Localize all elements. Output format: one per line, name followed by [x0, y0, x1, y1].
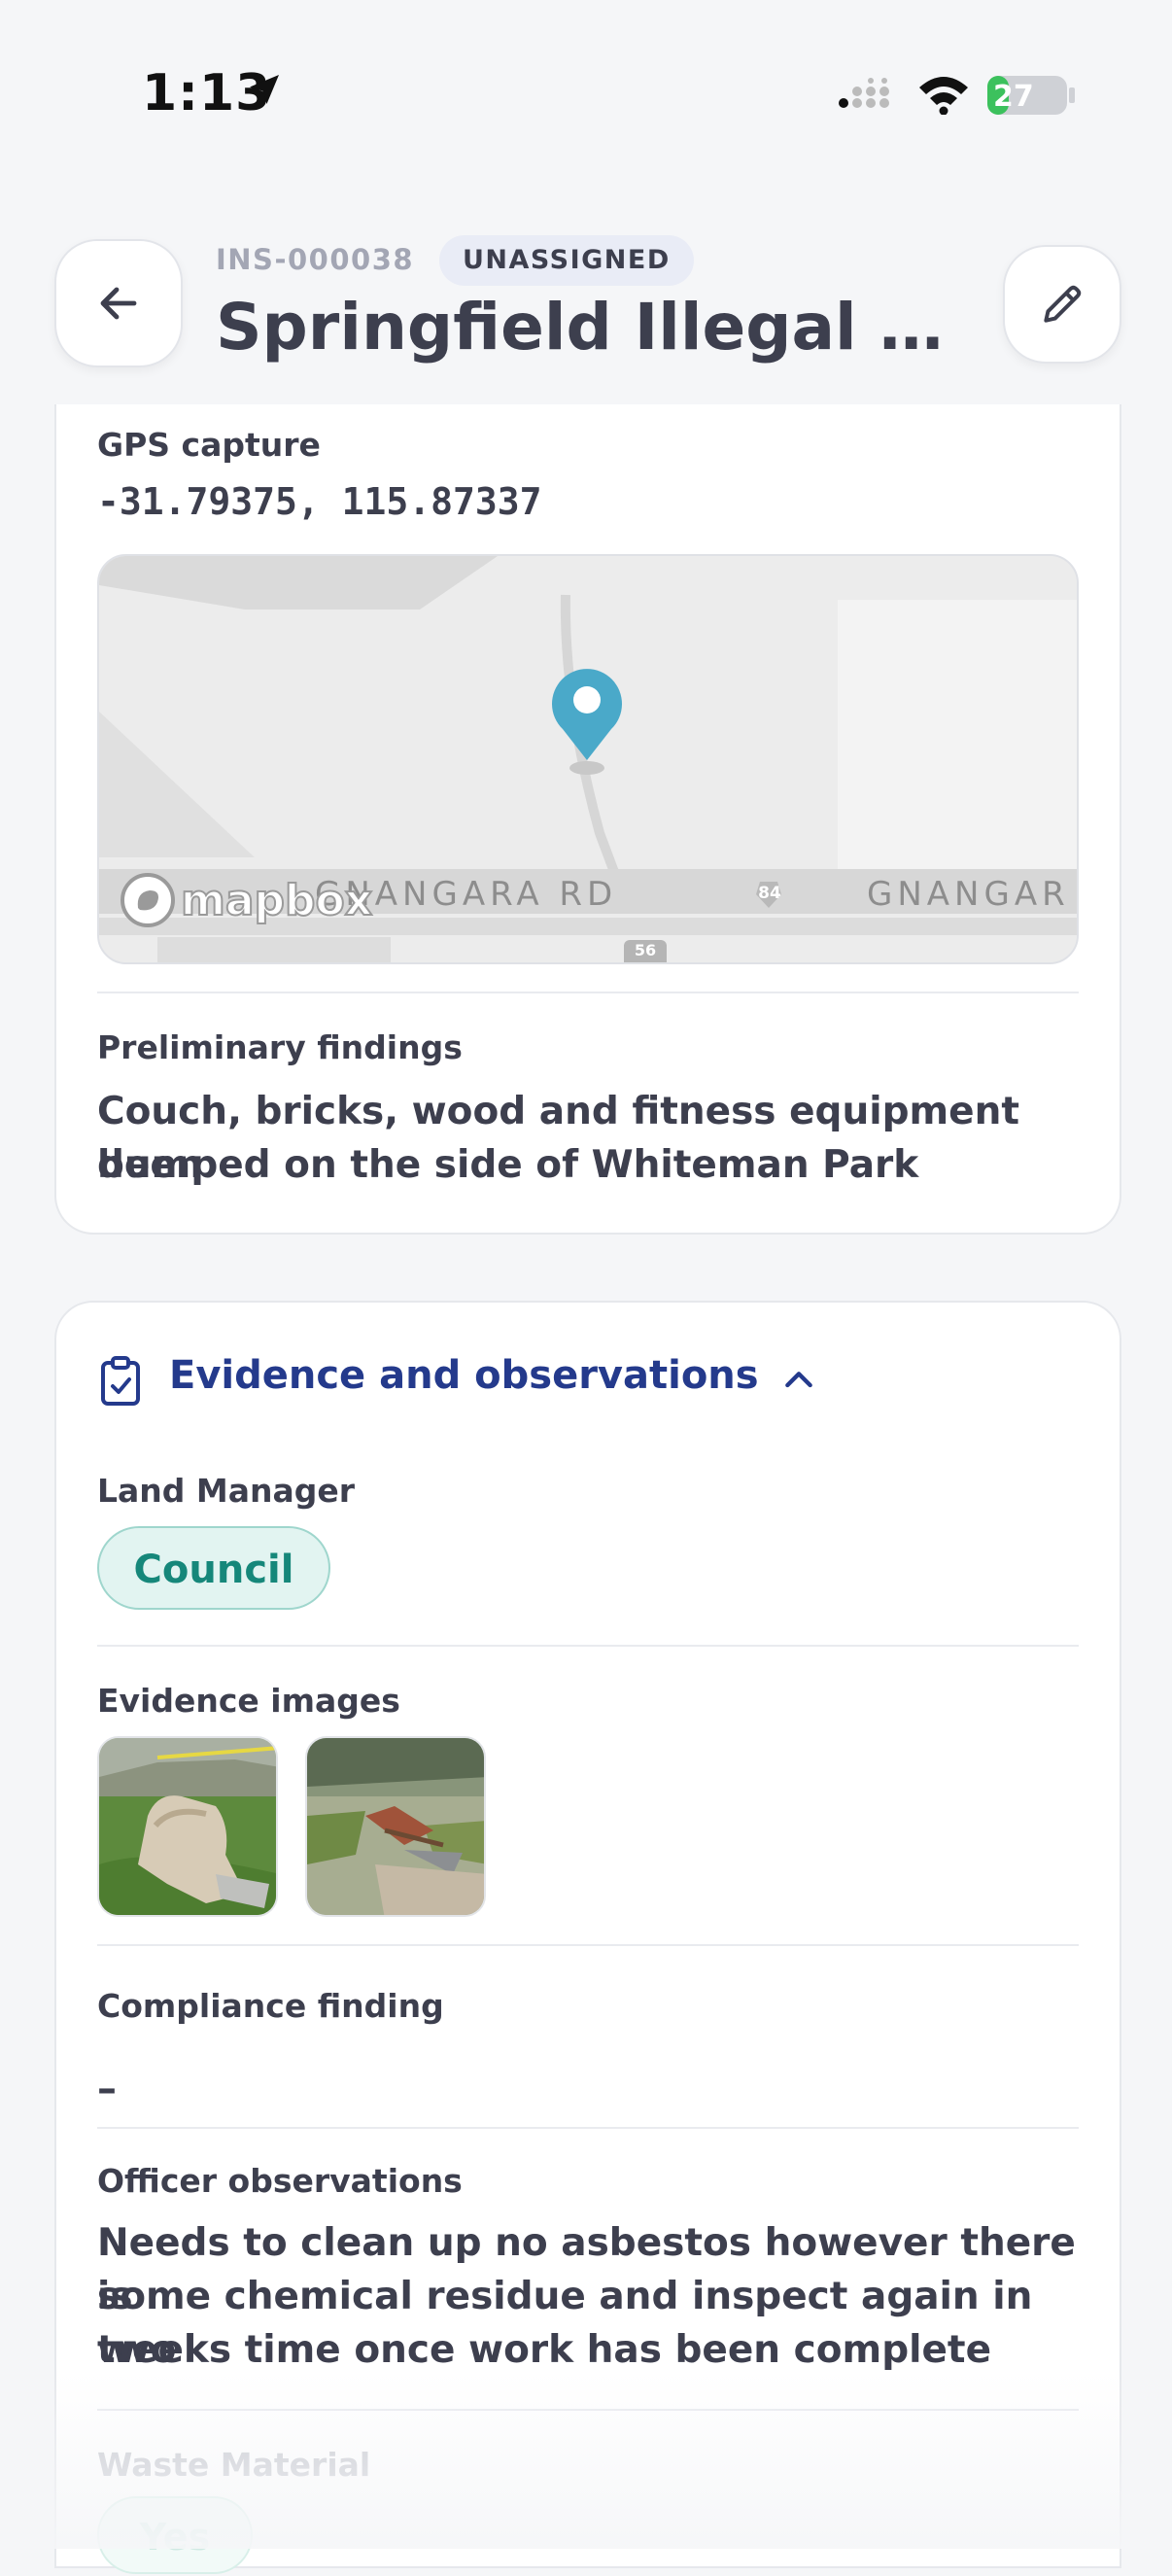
preliminary-findings-label: Preliminary findings — [97, 1028, 463, 1066]
arrow-left-icon — [100, 287, 137, 320]
battery-charging-icon: 27 — [987, 76, 1067, 115]
gps-coordinates: -31.79375, 115.87337 — [97, 480, 542, 523]
location-marker-icon[interactable] — [538, 653, 636, 780]
evidence-image-1[interactable] — [97, 1736, 278, 1917]
signal-icon — [839, 78, 889, 108]
gps-capture-label: GPS capture — [97, 426, 321, 464]
battery-level: 27 — [993, 80, 1034, 114]
evidence-photo-couch — [99, 1738, 276, 1915]
compliance-finding-label: Compliance finding — [97, 1987, 444, 2025]
road-label-right: GNANGAR — [867, 875, 1070, 914]
officer-observations-label: Officer observations — [97, 2162, 463, 2200]
evidence-images-label: Evidence images — [97, 1682, 400, 1720]
status-bar: 1:13 27 — [0, 0, 1172, 194]
chevron-up-icon — [785, 1372, 812, 1388]
mapbox-logo-icon — [121, 873, 175, 927]
officer-observations-line-3: weeks time once work has been complete — [97, 2328, 992, 2372]
divider — [97, 1944, 1079, 1946]
waste-material-label: Waste Material — [97, 2446, 371, 2484]
evidence-card: Evidence and observations Land Manager C… — [54, 1301, 1121, 2574]
page-title: Springfield Illegal Du… — [216, 290, 964, 365]
clipboard-check-icon — [101, 1356, 140, 1406]
preliminary-findings-line-2: dumped on the side of Whiteman Park — [97, 1143, 919, 1187]
divider — [97, 2409, 1079, 2411]
route-shield-2: 56 — [634, 941, 657, 959]
waste-material-chip[interactable]: Yes — [97, 2496, 253, 2574]
mapbox-text: mapbox — [180, 875, 373, 926]
section-title: Evidence and observations — [169, 1353, 759, 1398]
mapbox-attribution[interactable]: mapbox — [119, 871, 373, 929]
wifi-icon — [919, 77, 968, 115]
compliance-finding-value: – — [97, 2067, 117, 2111]
status-badge: UNASSIGNED — [439, 235, 694, 286]
edit-button[interactable] — [1003, 245, 1121, 364]
divider — [97, 2127, 1079, 2129]
divider — [97, 1645, 1079, 1647]
land-manager-label: Land Manager — [97, 1472, 356, 1510]
route-shield: 84 — [758, 884, 781, 903]
land-manager-chip[interactable]: Council — [97, 1526, 330, 1610]
evidence-image-2[interactable] — [305, 1736, 486, 1917]
location-map[interactable]: 84 56 GNANGARA RD GNANGAR mapbox — [97, 554, 1079, 964]
inspection-id: INS-000038 — [216, 243, 415, 276]
battery-nub — [1069, 87, 1075, 103]
back-button[interactable] — [54, 239, 183, 367]
divider — [97, 992, 1079, 993]
location-arrow-icon — [250, 75, 279, 104]
evidence-photo-debris — [307, 1738, 484, 1915]
pencil-icon — [1044, 285, 1082, 323]
location-card: GPS capture -31.79375, 115.87337 84 56 G… — [54, 404, 1121, 1235]
